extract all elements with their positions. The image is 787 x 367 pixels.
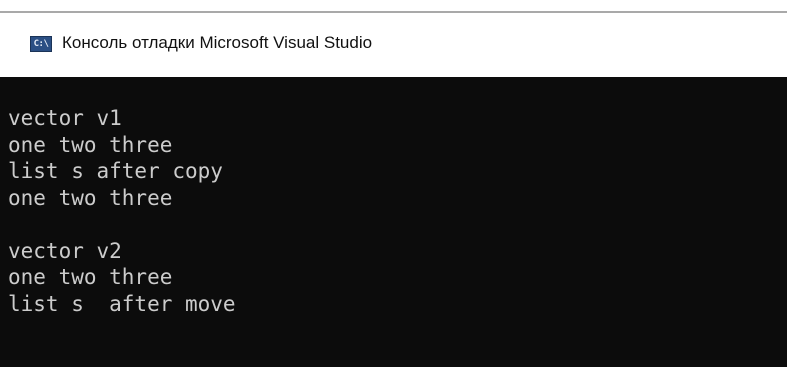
console-line: one two three: [8, 132, 173, 157]
window-title: Консоль отладки Microsoft Visual Studio: [62, 33, 373, 52]
console-line: list s after move: [8, 291, 236, 316]
title-bar[interactable]: C:\ Консоль отладки Microsoft Visual Stu…: [0, 13, 787, 77]
console-line: vector v1: [8, 106, 122, 130]
console-line: list s after copy: [8, 159, 223, 183]
console-window: C:\ Консоль отладки Microsoft Visual Stu…: [0, 0, 787, 367]
console-line: one two three: [8, 265, 173, 289]
console-line: one two three: [8, 185, 173, 210]
console-lines: vector v1 one two three list s after cop…: [8, 105, 236, 317]
console-output-area[interactable]: vector v1 one two three list s after cop…: [0, 77, 787, 367]
console-app-icon: C:\: [30, 36, 52, 52]
console-line: vector v2: [8, 238, 122, 263]
